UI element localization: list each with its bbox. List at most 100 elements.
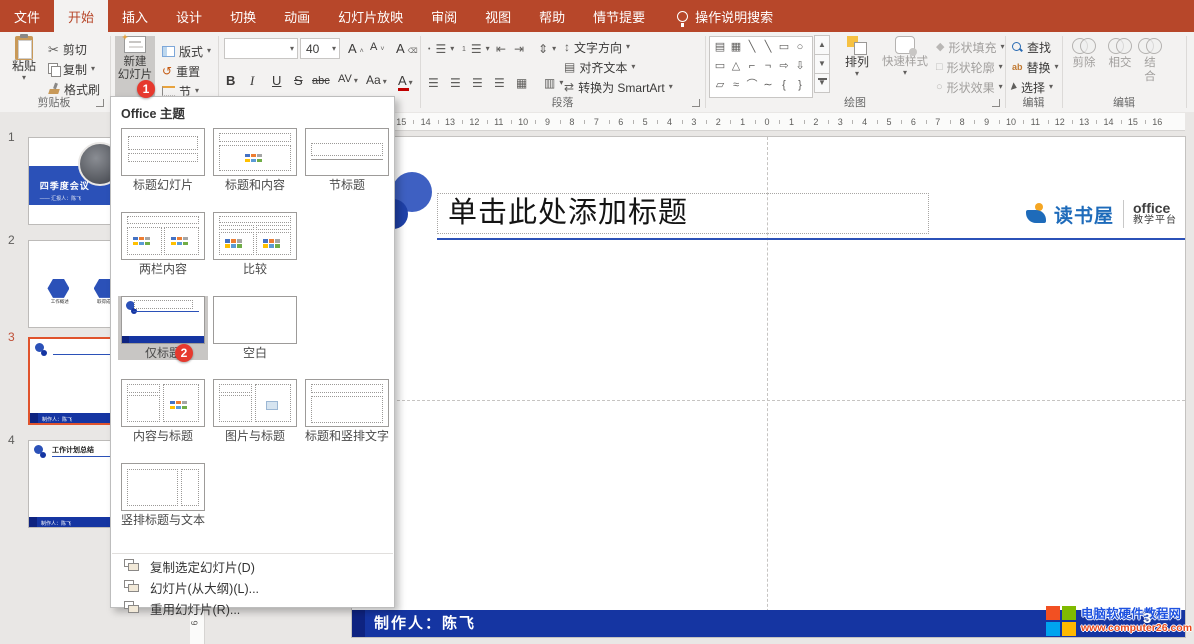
shape-outline-button[interactable]: □ 形状轮廓▾: [936, 58, 1003, 76]
shape-icon[interactable]: ⇩: [792, 57, 808, 76]
bold-button[interactable]: B: [226, 74, 235, 87]
numbering-button[interactable]: 1☰▾: [462, 40, 490, 58]
ribbon-tab-0[interactable]: 文件: [0, 0, 54, 32]
align-left-button[interactable]: ☰: [428, 74, 439, 92]
layout-option-4[interactable]: 比较: [210, 212, 300, 277]
italic-button[interactable]: I: [250, 74, 254, 87]
cut-button[interactable]: ✂ 剪切: [48, 40, 87, 58]
layout-button[interactable]: 版式 ▾: [162, 42, 211, 60]
layout-option-9[interactable]: 标题和竖排文字: [302, 379, 392, 444]
shape-icon[interactable]: ⌐: [744, 57, 760, 76]
decrease-indent-button[interactable]: ⇤: [496, 40, 506, 58]
layout-option-10[interactable]: 竖排标题与文本: [118, 463, 208, 528]
shape-icon[interactable]: △: [728, 57, 744, 76]
line-spacing-button[interactable]: ⇕▾: [538, 40, 556, 58]
replace-button[interactable]: ab 替换▾: [1012, 58, 1059, 76]
ribbon-tab-1[interactable]: 开始: [54, 0, 108, 32]
layout-option-1[interactable]: 标题和内容: [210, 128, 300, 193]
font-size-combo[interactable]: 40 ▾: [300, 38, 340, 59]
distribute-button[interactable]: ▦: [516, 74, 527, 92]
ribbon-tab-6[interactable]: 幻灯片放映: [324, 0, 417, 32]
ribbon-tab-10[interactable]: 情节提要: [579, 0, 659, 32]
font-name-combo[interactable]: ▾: [224, 38, 298, 59]
text-direction-button[interactable]: ↕ 文字方向▾: [564, 38, 630, 56]
shape-icon[interactable]: ▭: [712, 57, 728, 76]
shape-icon[interactable]: ∼: [760, 76, 776, 95]
align-text-button[interactable]: ▤ 对齐文本▾: [564, 58, 635, 76]
shape-icon[interactable]: ╲: [744, 38, 760, 57]
layout-option-3[interactable]: 两栏内容: [118, 212, 208, 277]
cursor-icon: [1011, 82, 1018, 91]
align-right-button[interactable]: ☰: [472, 74, 483, 92]
dropdown-menu-item-0[interactable]: 复制选定幻灯片(D): [112, 556, 393, 577]
paragraph-dialog-launcher[interactable]: [692, 99, 700, 107]
columns-button[interactable]: ▥▾: [544, 74, 563, 92]
character-spacing-button[interactable]: AV▾: [338, 74, 358, 85]
justify-button[interactable]: ☰: [494, 74, 505, 92]
ribbon-tab-4[interactable]: 切换: [216, 0, 270, 32]
shape-icon[interactable]: }: [792, 76, 808, 95]
drawing-dialog-launcher[interactable]: [992, 99, 1000, 107]
clipboard-dialog-launcher[interactable]: [96, 99, 104, 107]
quick-styles-button[interactable]: 快速样式 ▾: [880, 36, 930, 100]
ribbon-tab-7[interactable]: 审阅: [417, 0, 471, 32]
bullets-button[interactable]: •☰▾: [428, 40, 454, 58]
layout-thumbnail: [305, 379, 389, 427]
shape-icon[interactable]: {: [776, 76, 792, 95]
layout-option-6[interactable]: 空白: [210, 296, 300, 361]
reset-button[interactable]: ↺ 重置: [162, 62, 200, 80]
clear-formatting-button[interactable]: A⌫: [396, 42, 418, 55]
ribbon-tab-9[interactable]: 帮助: [525, 0, 579, 32]
slide-canvas[interactable]: 单击此处添加标题 读书屋 office 教学平台 制作人：陈飞: [352, 137, 1185, 637]
scroll-down-icon[interactable]: ▼: [814, 54, 830, 74]
layout-option-7[interactable]: 内容与标题: [118, 379, 208, 444]
shape-icon[interactable]: ▭: [776, 38, 792, 57]
layout-thumbnail: [121, 463, 205, 511]
find-button[interactable]: 查找: [1012, 38, 1051, 56]
ribbon-tab-5[interactable]: 动画: [270, 0, 324, 32]
merge-subtract-button[interactable]: 剪除: [1068, 38, 1100, 71]
shape-icon[interactable]: ╲: [760, 38, 776, 57]
dropdown-menu-item-1[interactable]: 幻灯片(从大纲)(L)...: [112, 577, 393, 598]
ribbon-tab-3[interactable]: 设计: [162, 0, 216, 32]
shape-icon[interactable]: ≈: [728, 76, 744, 95]
shape-icon[interactable]: ⌒: [744, 76, 760, 95]
tell-me-search[interactable]: 操作说明搜索: [677, 0, 773, 32]
ruler-number: 15: [1121, 113, 1145, 131]
shape-icon[interactable]: ▦: [728, 38, 744, 57]
shape-fill-button[interactable]: ◆ 形状填充▾: [936, 38, 1005, 56]
ruler-number: 3: [682, 113, 706, 131]
change-case-button[interactable]: Aa▾: [366, 74, 387, 86]
shape-icon[interactable]: ▱: [712, 76, 728, 95]
merge-intersect-button[interactable]: 相交: [1104, 38, 1136, 71]
shape-icon[interactable]: ▤: [712, 38, 728, 57]
gallery-more-icon[interactable]: ▼: [814, 73, 830, 93]
shape-icon[interactable]: ○: [792, 38, 808, 57]
shape-icon[interactable]: ¬: [760, 57, 776, 76]
ribbon-tab-2[interactable]: 插入: [108, 0, 162, 32]
shape-icon[interactable]: ⇨: [776, 57, 792, 76]
layout-option-5[interactable]: 仅标题: [118, 296, 208, 361]
shrink-font-button[interactable]: A˅: [370, 42, 384, 53]
arrange-button[interactable]: 排列 ▾: [836, 36, 878, 100]
layout-option-0[interactable]: 标题幻灯片: [118, 128, 208, 193]
dropdown-menu-item-2[interactable]: 重用幻灯片(R)...: [112, 598, 393, 619]
layout-option-2[interactable]: 节标题: [302, 128, 392, 193]
justify-icon: ☰: [494, 77, 505, 89]
copy-button[interactable]: 复制 ▾: [48, 60, 95, 78]
increase-indent-button[interactable]: ⇥: [514, 40, 524, 58]
merge-combine-button[interactable]: 结合: [1142, 38, 1158, 85]
text-shadow-button[interactable]: S: [294, 74, 303, 87]
ribbon-tab-8[interactable]: 视图: [471, 0, 525, 32]
slide-title-placeholder[interactable]: 单击此处添加标题: [437, 193, 929, 234]
align-left-icon: ☰: [428, 77, 439, 89]
paste-button[interactable]: 粘贴 ▾: [6, 36, 42, 102]
layout-option-8[interactable]: 图片与标题: [210, 379, 300, 444]
new-slide-dropdown: Office 主题 标题幻灯片标题和内容节标题两栏内容比较仅标题空白内容与标题图…: [110, 96, 395, 608]
align-center-button[interactable]: ☰: [450, 74, 461, 92]
scroll-up-icon[interactable]: ▲: [814, 35, 830, 55]
grow-font-button[interactable]: A˄: [348, 42, 364, 55]
underline-button[interactable]: U: [272, 74, 281, 87]
duplicate-slide-icon: [124, 580, 140, 594]
strikethrough-button[interactable]: abc: [312, 76, 330, 87]
